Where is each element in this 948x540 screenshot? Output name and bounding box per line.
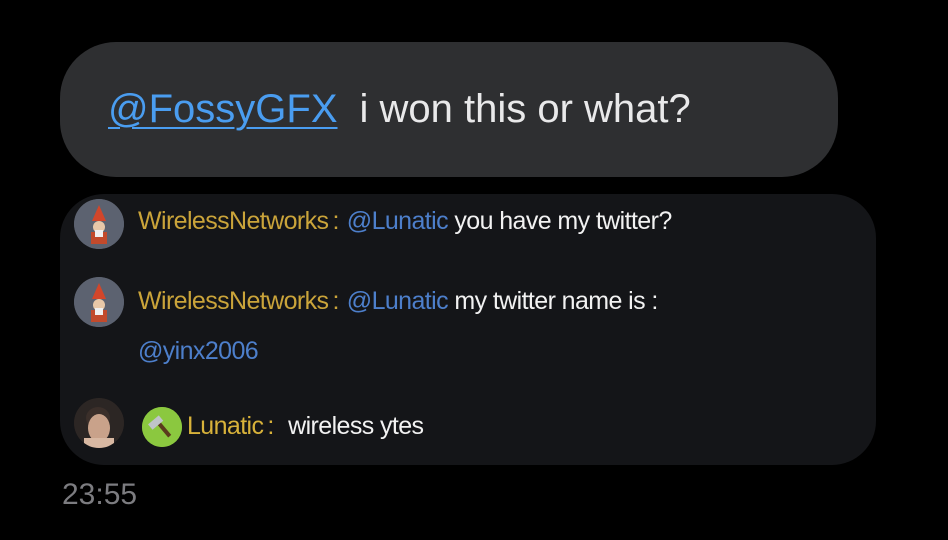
mention-lunatic: @Lunatic xyxy=(346,287,449,315)
user-photo-avatar xyxy=(74,398,124,448)
chat-screenshot-image: WirelessNetworks: @Lunatic you have my tw… xyxy=(60,194,876,465)
separator: : xyxy=(332,207,339,235)
chat-line-2-continuation: @yinx2006 xyxy=(138,337,259,366)
username-lunatic: Lunatic xyxy=(187,412,264,440)
mention-lunatic: @Lunatic xyxy=(346,207,449,235)
twitter-handle: @yinx2006 xyxy=(138,337,259,365)
gnome-avatar xyxy=(74,277,124,327)
message-timestamp: 23:55 xyxy=(62,478,138,511)
reply-message-text: i won this or what? xyxy=(359,87,691,131)
separator: : xyxy=(332,287,339,315)
chat-text: wireless ytes xyxy=(288,412,424,440)
username-wirelessnetworks: WirelessNetworks xyxy=(138,207,329,235)
reply-bubble: @FossyGFX i won this or what? xyxy=(60,42,838,177)
chat-line-2: WirelessNetworks: @Lunatic my twitter nam… xyxy=(138,287,658,316)
separator: : xyxy=(267,412,274,440)
chat-line-1: WirelessNetworks: @Lunatic you have my tw… xyxy=(138,207,672,236)
username-wirelessnetworks: WirelessNetworks xyxy=(138,287,329,315)
chat-line-3: Lunatic: wireless ytes xyxy=(187,412,424,441)
hammer-badge-icon xyxy=(142,407,182,447)
mention-link-fossygfx[interactable]: @FossyGFX xyxy=(108,87,338,132)
gnome-avatar xyxy=(74,199,124,249)
chat-text: my twitter name is : xyxy=(454,287,658,315)
chat-text: you have my twitter? xyxy=(454,207,672,235)
